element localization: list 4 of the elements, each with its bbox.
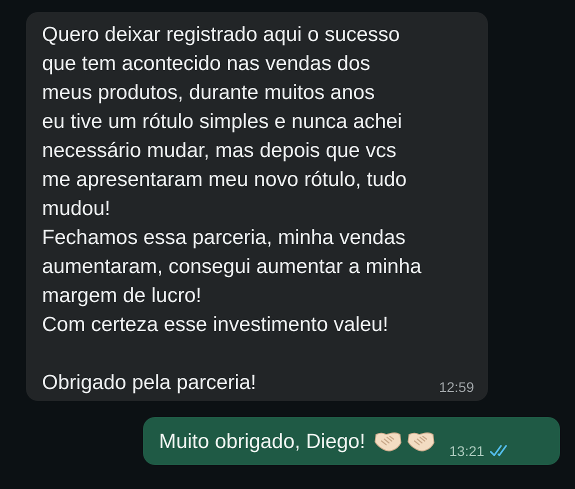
message-text: Quero deixar registrado aqui o sucesso que tem acontecido nas vendas dos meus produtos, durante muitos anos eu tive um rótulo simples e nunca achei necessário mudar, mas depois que vcs me apresentaram meu novo rótulo, tudo mudou! Fechamos essa parceria, minha vendas aumentaram, consegui aumentar a minha margem de lucro! Com certeza esse investimento valeu! Obrigado pela parceria! (42, 22, 422, 396)
message-time: 12:59 (438, 379, 474, 395)
message-text: Muito obrigado, Diego! (159, 429, 366, 455)
message-time: 13:21 (449, 443, 484, 459)
